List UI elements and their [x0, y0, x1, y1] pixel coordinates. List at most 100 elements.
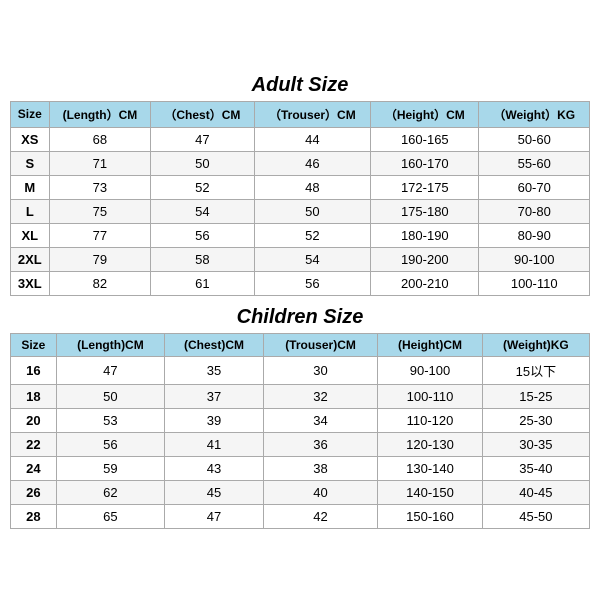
- table-row: M735248172-17560-70: [11, 175, 590, 199]
- table-cell: 35: [165, 356, 264, 384]
- table-cell: 22: [11, 432, 57, 456]
- table-cell: 110-120: [378, 408, 483, 432]
- table-cell: 68: [49, 127, 151, 151]
- table-cell: 65: [56, 504, 164, 528]
- table-cell: 44: [254, 127, 371, 151]
- children-size-table: Size(Length)CM(Chest)CM(Trouser)CM(Heigh…: [10, 333, 590, 529]
- table-row: 26624540140-15040-45: [11, 480, 590, 504]
- table-cell: 52: [151, 175, 254, 199]
- table-cell: 34: [263, 408, 377, 432]
- table-cell: 43: [165, 456, 264, 480]
- children-col-header: (Chest)CM: [165, 333, 264, 356]
- table-cell: 79: [49, 247, 151, 271]
- table-cell: 40: [263, 480, 377, 504]
- table-cell: 20: [11, 408, 57, 432]
- table-cell: 47: [165, 504, 264, 528]
- table-cell: 56: [151, 223, 254, 247]
- children-col-header: (Length)CM: [56, 333, 164, 356]
- table-cell: 80-90: [479, 223, 590, 247]
- table-cell: 52: [254, 223, 371, 247]
- table-cell: 71: [49, 151, 151, 175]
- table-row: 2XL795854190-20090-100: [11, 247, 590, 271]
- table-cell: M: [11, 175, 50, 199]
- table-cell: 200-210: [371, 271, 479, 295]
- table-cell: 38: [263, 456, 377, 480]
- size-chart: Adult Size Size(Length）CM（Chest）CM（Trous…: [10, 68, 590, 533]
- table-row: 22564136120-13030-35: [11, 432, 590, 456]
- table-row: L755450175-18070-80: [11, 199, 590, 223]
- table-cell: 73: [49, 175, 151, 199]
- table-cell: 172-175: [371, 175, 479, 199]
- table-cell: 59: [56, 456, 164, 480]
- table-cell: 15-25: [482, 384, 589, 408]
- table-cell: 62: [56, 480, 164, 504]
- adult-col-header: Size: [11, 101, 50, 127]
- table-cell: 120-130: [378, 432, 483, 456]
- table-cell: XS: [11, 127, 50, 151]
- table-cell: 15以下: [482, 356, 589, 384]
- table-cell: 82: [49, 271, 151, 295]
- table-cell: 100-110: [479, 271, 590, 295]
- adult-col-header: （Chest）CM: [151, 101, 254, 127]
- table-cell: 60-70: [479, 175, 590, 199]
- table-cell: L: [11, 199, 50, 223]
- table-cell: 48: [254, 175, 371, 199]
- table-cell: 32: [263, 384, 377, 408]
- table-cell: 42: [263, 504, 377, 528]
- table-cell: 30-35: [482, 432, 589, 456]
- table-row: 1647353090-10015以下: [11, 356, 590, 384]
- table-cell: 28: [11, 504, 57, 528]
- table-cell: 77: [49, 223, 151, 247]
- table-cell: 50: [151, 151, 254, 175]
- table-cell: 40-45: [482, 480, 589, 504]
- table-cell: 175-180: [371, 199, 479, 223]
- table-cell: 58: [151, 247, 254, 271]
- table-row: S715046160-17055-60: [11, 151, 590, 175]
- table-row: 24594338130-14035-40: [11, 456, 590, 480]
- table-cell: 61: [151, 271, 254, 295]
- table-cell: 100-110: [378, 384, 483, 408]
- table-cell: 54: [151, 199, 254, 223]
- table-cell: XL: [11, 223, 50, 247]
- table-cell: 50: [254, 199, 371, 223]
- table-row: 3XL826156200-210100-110: [11, 271, 590, 295]
- table-cell: 26: [11, 480, 57, 504]
- table-cell: 30: [263, 356, 377, 384]
- table-cell: 190-200: [371, 247, 479, 271]
- table-cell: 39: [165, 408, 264, 432]
- children-col-header: (Trouser)CM: [263, 333, 377, 356]
- table-cell: 160-165: [371, 127, 479, 151]
- table-cell: 90-100: [479, 247, 590, 271]
- table-cell: 47: [56, 356, 164, 384]
- table-cell: 2XL: [11, 247, 50, 271]
- table-cell: 3XL: [11, 271, 50, 295]
- table-cell: 16: [11, 356, 57, 384]
- table-cell: 150-160: [378, 504, 483, 528]
- table-row: 20533934110-12025-30: [11, 408, 590, 432]
- children-col-header: (Height)CM: [378, 333, 483, 356]
- table-cell: 37: [165, 384, 264, 408]
- table-cell: 50-60: [479, 127, 590, 151]
- table-row: XL775652180-19080-90: [11, 223, 590, 247]
- table-cell: 160-170: [371, 151, 479, 175]
- table-cell: 36: [263, 432, 377, 456]
- table-cell: 18: [11, 384, 57, 408]
- table-row: 18503732100-11015-25: [11, 384, 590, 408]
- table-cell: 70-80: [479, 199, 590, 223]
- adult-col-header: (Length）CM: [49, 101, 151, 127]
- children-col-header: Size: [11, 333, 57, 356]
- table-cell: 53: [56, 408, 164, 432]
- table-cell: 46: [254, 151, 371, 175]
- adult-size-table: Size(Length）CM（Chest）CM（Trouser）CM（Heigh…: [10, 101, 590, 296]
- table-cell: S: [11, 151, 50, 175]
- table-cell: 140-150: [378, 480, 483, 504]
- table-cell: 25-30: [482, 408, 589, 432]
- table-cell: 45-50: [482, 504, 589, 528]
- adult-size-title: Adult Size: [10, 68, 590, 101]
- table-cell: 50: [56, 384, 164, 408]
- table-cell: 47: [151, 127, 254, 151]
- table-cell: 35-40: [482, 456, 589, 480]
- table-row: 28654742150-16045-50: [11, 504, 590, 528]
- adult-col-header: （Weight）KG: [479, 101, 590, 127]
- children-size-title: Children Size: [10, 300, 590, 333]
